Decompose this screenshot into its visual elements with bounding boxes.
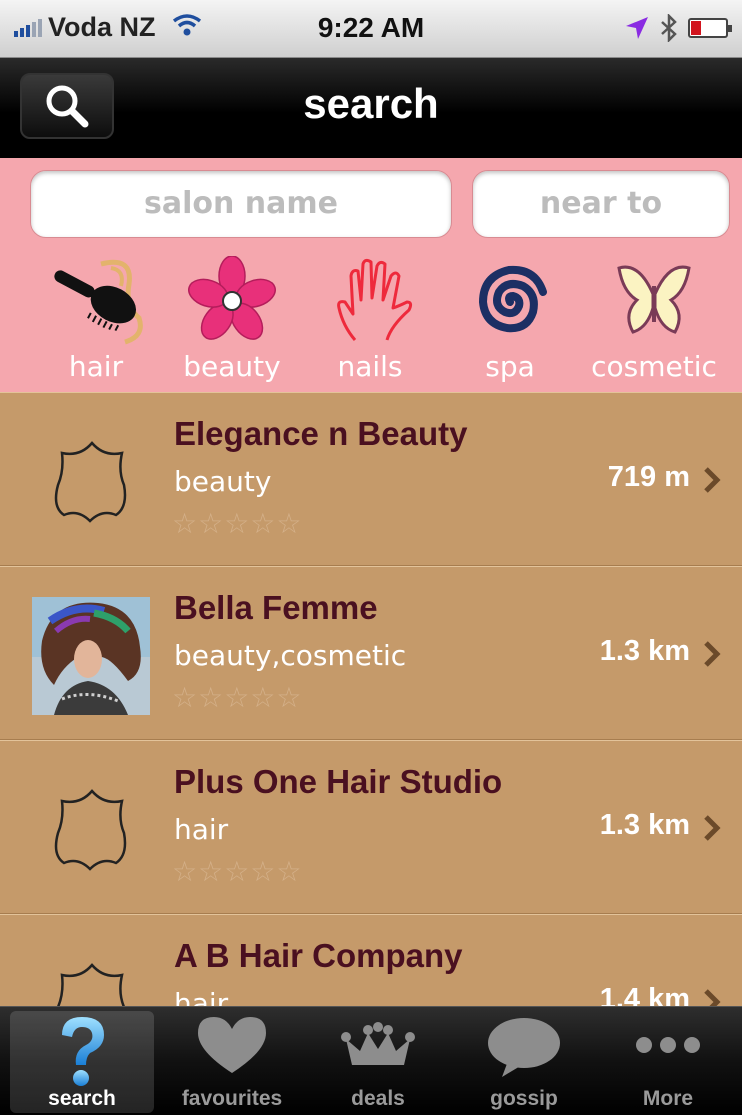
list-item[interactable]: Bella Femme beauty,cosmetic ☆☆☆☆☆ 1.3 km — [0, 566, 742, 740]
page-title: search — [303, 80, 439, 127]
salon-distance: 719 m — [607, 461, 690, 493]
status-right — [624, 14, 732, 42]
list-item[interactable]: Elegance n Beauty beauty ☆☆☆☆☆ 719 m — [0, 392, 742, 566]
salon-category: hair — [174, 813, 229, 846]
tab-gossip[interactable]: gossip — [452, 1011, 596, 1113]
near-to-input[interactable]: near to — [472, 170, 730, 238]
tab-bar: search favourites deals gossip More — [0, 1006, 742, 1115]
salon-category: beauty — [174, 465, 272, 498]
nav-bar: search — [0, 58, 742, 158]
butterfly-icon — [617, 265, 691, 334]
category-label: cosmetic — [591, 350, 717, 383]
salon-category: beauty,cosmetic — [174, 639, 407, 672]
spiral-icon — [478, 265, 547, 333]
tab-favourites[interactable]: favourites — [160, 1011, 304, 1113]
question-icon — [62, 1017, 104, 1086]
crown-icon — [341, 1022, 415, 1065]
chevron-right-icon — [704, 989, 721, 1006]
speech-bubble-icon — [488, 1018, 560, 1077]
chevron-right-icon — [704, 641, 721, 667]
salon-distance: 1.3 km — [599, 809, 690, 841]
hairbrush-icon — [54, 259, 143, 345]
list-item[interactable]: A B Hair Company hair ☆☆☆☆☆ 1.4 km — [0, 914, 742, 1006]
location-arrow-icon — [626, 17, 648, 39]
shield-placeholder-icon — [57, 963, 125, 1006]
chevron-right-icon — [704, 815, 721, 841]
status-bar: Voda NZ 9:22 AM — [0, 0, 742, 58]
rating-stars: ☆☆☆☆☆ — [172, 856, 303, 887]
tab-deals[interactable]: deals — [306, 1011, 450, 1113]
tab-label: favourites — [181, 1087, 283, 1110]
battery-icon — [688, 18, 732, 38]
rating-stars: ☆☆☆☆☆ — [172, 682, 303, 713]
bluetooth-icon — [661, 14, 677, 42]
flower-icon — [188, 256, 276, 340]
category-hair[interactable]: hair — [26, 256, 166, 392]
tab-search[interactable]: search — [10, 1011, 154, 1113]
category-beauty[interactable]: beauty — [162, 256, 302, 392]
list-item[interactable]: Plus One Hair Studio hair ☆☆☆☆☆ 1.3 km — [0, 740, 742, 914]
category-label: nails — [337, 350, 403, 383]
category-nails[interactable]: nails — [300, 256, 440, 392]
chevron-right-icon — [704, 467, 721, 493]
heart-icon — [198, 1017, 266, 1073]
rating-stars: ☆☆☆☆☆ — [172, 508, 303, 539]
category-label: beauty — [183, 350, 281, 383]
more-dots-icon — [636, 1037, 700, 1053]
shield-placeholder-icon — [54, 441, 127, 523]
category-label: hair — [68, 350, 124, 383]
hand-icon — [337, 258, 413, 341]
shield-placeholder-icon — [54, 789, 127, 871]
category-spa[interactable]: spa — [440, 256, 580, 392]
salon-photo — [32, 597, 150, 715]
salon-list[interactable]: Elegance n Beauty beauty ☆☆☆☆☆ 719 m Bel… — [0, 392, 742, 1006]
tab-more[interactable]: More — [596, 1011, 740, 1113]
salon-name: Bella Femme — [174, 589, 378, 626]
tab-label: gossip — [490, 1087, 558, 1110]
salon-distance: 1.4 km — [599, 983, 690, 1006]
salon-name-input[interactable]: salon name — [30, 170, 452, 238]
salon-category: hair — [174, 987, 229, 1006]
salon-name: A B Hair Company — [174, 937, 463, 974]
salon-name: Elegance n Beauty — [174, 415, 468, 452]
salon-distance: 1.3 km — [599, 635, 690, 667]
search-panel: salon name near to hair beauty nails spa… — [0, 158, 742, 392]
salon-name: Plus One Hair Studio — [174, 763, 503, 800]
category-label: spa — [485, 350, 535, 383]
tab-label: More — [642, 1087, 694, 1110]
tab-label: deals — [351, 1087, 405, 1110]
category-cosmetic[interactable]: cosmetic — [584, 256, 724, 392]
tab-label: search — [48, 1087, 116, 1110]
